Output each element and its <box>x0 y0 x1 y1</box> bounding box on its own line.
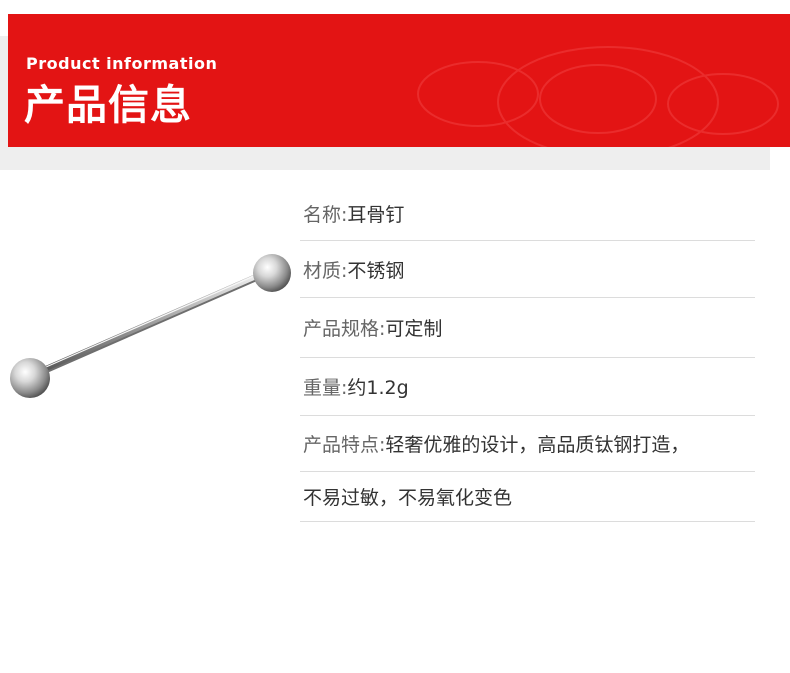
info-row-name: 名称: 耳骨钉 <box>300 186 755 241</box>
info-label: 产品规格: <box>303 318 386 340</box>
info-value: 耳骨钉 <box>347 203 405 226</box>
info-label: 材质: <box>303 259 348 282</box>
header-title: 产品信息 <box>24 81 192 129</box>
info-value: 不易过敏，不易氧化变色 <box>303 487 513 509</box>
barbell-earring-icon <box>10 254 291 398</box>
header-banner: Product information 产品信息 <box>8 14 790 147</box>
product-info-list: 名称: 耳骨钉 材质: 不锈钢 产品规格: 可定制 重量: 约1.2g 产品特点: 轻奢优… <box>300 186 755 522</box>
info-value: 可定制 <box>385 318 443 340</box>
info-label: 产品特点: <box>303 434 386 456</box>
info-label: 重量: <box>303 377 348 399</box>
info-row-spec: 产品规格: 可定制 <box>300 298 755 358</box>
info-row-material: 材质: 不锈钢 <box>300 241 755 298</box>
info-value: 约1.2g <box>347 377 409 399</box>
header-subtitle: Product information <box>26 54 218 73</box>
info-value: 轻奢优雅的设计，高品质钛钢打造， <box>385 434 690 456</box>
info-row-features-cont: 不易过敏，不易氧化变色 <box>300 472 755 522</box>
info-value: 不锈钢 <box>347 259 405 282</box>
info-row-weight: 重量: 约1.2g <box>300 358 755 416</box>
info-row-features: 产品特点: 轻奢优雅的设计，高品质钛钢打造， <box>300 416 755 472</box>
info-label: 名称: <box>303 203 348 226</box>
